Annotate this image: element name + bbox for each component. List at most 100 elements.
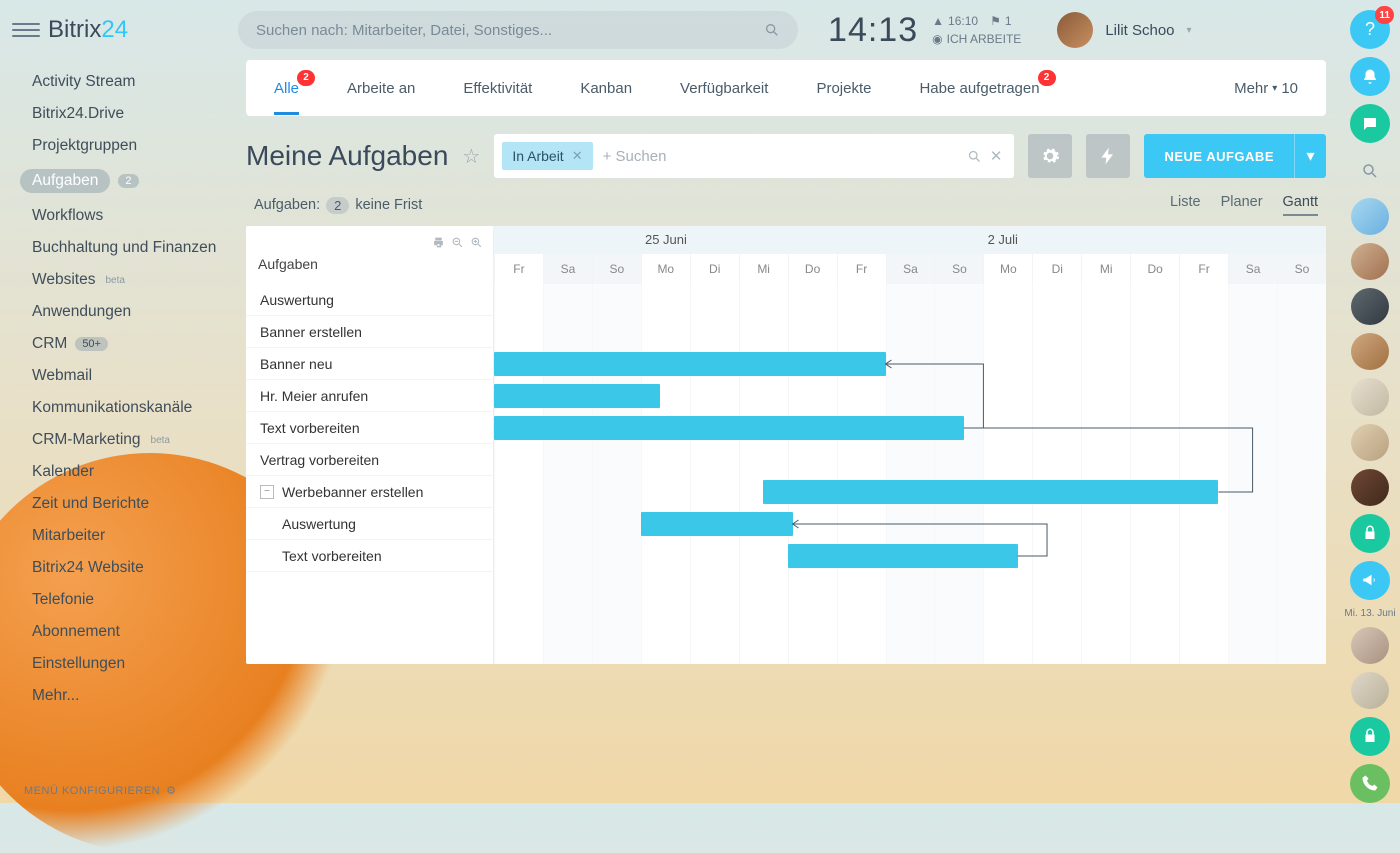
task-row[interactable]: Hr. Meier anrufen [246,380,493,412]
sidebar-item-8[interactable]: CRM50+ [0,328,232,360]
sidebar-item-16[interactable]: Telefonie [0,584,232,616]
contact-avatar-7[interactable] [1351,469,1389,506]
tab-6[interactable]: Habe aufgetragen2 [919,62,1039,115]
sidebar-item-13[interactable]: Zeit und Berichte [0,488,232,520]
month-label: 2 Juli [988,232,1018,247]
clock-widget[interactable]: 14:13 ▲16:10 ⚑1 ◉ICH ARBEITE [828,11,1021,50]
notifications-button[interactable] [1350,57,1390,96]
filter-search-icon[interactable] [967,148,982,165]
sidebar-item-4[interactable]: Workflows [0,200,232,232]
gantt-bar[interactable] [494,384,660,408]
chevron-down-icon: ▾ [1187,25,1192,36]
contact-avatar-4[interactable] [1351,333,1389,370]
zoom-in-icon[interactable] [470,234,483,249]
sidebar-item-9[interactable]: Webmail [0,360,232,392]
sidebar-item-18[interactable]: Einstellungen [0,648,232,680]
user-menu[interactable]: Lilit Schoo ▾ [1057,12,1191,48]
sidebar-item-10[interactable]: Kommunikationskanäle [0,392,232,424]
sidebar-item-1[interactable]: Bitrix24.Drive [0,98,232,130]
gantt-bar[interactable] [494,416,964,440]
chat-button[interactable] [1350,104,1390,143]
chevron-down-icon: ▾ [1272,83,1277,94]
favorite-star-icon[interactable]: ☆ [462,144,480,169]
gantt-bar[interactable] [788,544,1018,568]
contact-avatar-5[interactable] [1351,378,1389,415]
contact-avatar-1[interactable] [1351,198,1389,235]
sidebar-item-3[interactable]: Aufgaben2 [0,162,232,200]
sidebar-item-15[interactable]: Bitrix24 Website [0,552,232,584]
chip-remove-icon[interactable]: ✕ [572,148,583,164]
new-task-dropdown[interactable]: ▾ [1294,134,1326,178]
task-row[interactable]: Banner neu [246,348,493,380]
sidebar-item-7[interactable]: Anwendungen [0,296,232,328]
collapse-icon[interactable]: − [260,485,274,499]
tab-0[interactable]: Alle2 [274,62,299,115]
tabs-bar: Alle2 Arbeite an Effektivität Kanban Verfügb… [246,60,1326,116]
configure-menu[interactable]: MENÜ KONFIGURIEREN⚙ [24,784,177,797]
view-gantt[interactable]: Gantt [1283,194,1318,216]
task-row[interactable]: Auswertung [246,284,493,316]
tab-5[interactable]: Projekte [816,62,871,115]
zoom-out-icon[interactable] [451,234,464,249]
gantt-bar[interactable] [763,480,1218,504]
tab-2[interactable]: Effektivität [463,62,532,115]
lock-button-1[interactable] [1350,514,1390,553]
gantt-bar[interactable] [494,352,886,376]
task-row[interactable]: Banner erstellen [246,316,493,348]
brand-name: Bitrix [48,16,101,43]
task-row[interactable]: −Werbebanner erstellen [246,476,493,508]
view-planer[interactable]: Planer [1221,194,1263,216]
broadcast-button[interactable] [1350,561,1390,600]
tab-4[interactable]: Verfügbarkeit [680,62,768,115]
gantt-bar[interactable] [641,512,793,536]
clock-time: 14:13 [828,11,918,50]
task-row[interactable]: Text vorbereiten [246,540,493,572]
sidebar-item-12[interactable]: Kalender [0,456,232,488]
menu-toggle[interactable] [12,16,40,44]
view-list[interactable]: Liste [1170,194,1201,216]
gantt-timeline[interactable] [494,284,1326,664]
filter-clear-icon[interactable]: ✕ [990,147,1003,165]
new-task-button[interactable]: NEUE AUFGABE [1144,134,1294,178]
global-search[interactable] [238,11,798,49]
sidebar-item-6[interactable]: Websitesbeta [0,264,232,296]
day-header: Do [788,254,837,284]
tab-1[interactable]: Arbeite an [347,62,415,115]
search-rail-button[interactable] [1350,151,1390,190]
day-header: Mo [641,254,690,284]
filter-chip[interactable]: In Arbeit ✕ [502,142,592,170]
contact-avatar-9[interactable] [1351,672,1389,709]
task-row[interactable]: Auswertung [246,508,493,540]
help-button[interactable]: ?11 [1350,10,1390,49]
sidebar-item-11[interactable]: CRM-Marketingbeta [0,424,232,456]
contact-avatar-6[interactable] [1351,424,1389,461]
sidebar-item-19[interactable]: Mehr... [0,680,232,712]
tab-more[interactable]: Mehr▾10 [1234,62,1298,115]
task-row[interactable]: Vertrag vorbereiten [246,444,493,476]
day-header: Fr [837,254,886,284]
sub-suffix: keine Frist [355,197,422,213]
phone-button[interactable] [1350,764,1390,803]
sidebar-item-17[interactable]: Abonnement [0,616,232,648]
print-icon[interactable] [432,234,445,249]
lock-button-2[interactable] [1350,717,1390,756]
global-search-input[interactable] [256,22,764,39]
filter-box[interactable]: In Arbeit ✕ ✕ [494,134,1014,178]
day-header: Fr [1179,254,1228,284]
gantt-chart: Aufgaben 25 Juni2 Juli FrSaSoMoDiMiDoFrS… [246,226,1326,664]
sidebar-item-5[interactable]: Buchhaltung und Finanzen [0,232,232,264]
task-row[interactable]: Text vorbereiten [246,412,493,444]
filter-input[interactable] [603,148,967,165]
contact-avatar-8[interactable] [1351,627,1389,664]
contact-avatar-3[interactable] [1351,288,1389,325]
settings-button[interactable] [1028,134,1072,178]
month-label: 25 Juni [645,232,687,247]
sidebar-item-0[interactable]: Activity Stream [0,66,232,98]
sidebar-item-2[interactable]: Projektgruppen [0,130,232,162]
sidebar-item-14[interactable]: Mitarbeiter [0,520,232,552]
quick-action-button[interactable] [1086,134,1130,178]
contact-avatar-2[interactable] [1351,243,1389,280]
tab-3[interactable]: Kanban [580,62,632,115]
search-icon[interactable] [764,21,780,39]
brand-logo[interactable]: Bitrix24 [48,16,128,44]
